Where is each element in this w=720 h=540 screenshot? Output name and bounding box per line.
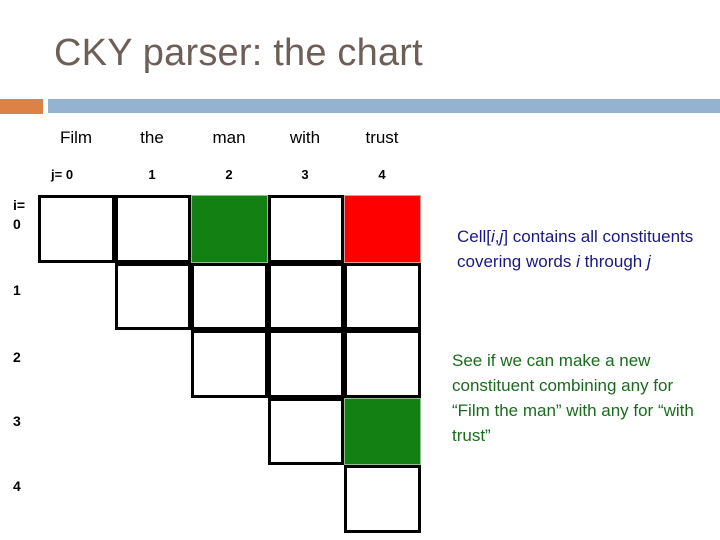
chart-cell-0-3[interactable]: [267, 195, 344, 263]
chart-cell-1-2[interactable]: [191, 262, 268, 330]
chart-cell-1-3[interactable]: [267, 262, 344, 330]
chart-cell-0-0[interactable]: [38, 195, 115, 263]
chart-cell-1-4[interactable]: [344, 262, 421, 330]
column-index-2: 2: [225, 167, 233, 182]
column-index-0: j= 0: [51, 167, 74, 182]
chart-cell-0-1[interactable]: [114, 195, 191, 263]
column-index-4: 4: [378, 167, 386, 182]
row-index-2: 2: [13, 349, 21, 365]
column-word-3: with: [289, 128, 321, 147]
chart-cell-2-4[interactable]: [344, 330, 421, 398]
chart-cell-1-1[interactable]: [114, 262, 191, 330]
chart-cell-2-2[interactable]: [191, 330, 268, 398]
chart-cell-2-3[interactable]: [267, 330, 344, 398]
note-cell-definition: Cell[i,j] contains all constituents cove…: [457, 224, 709, 274]
note-combine-constituents: See if we can make a new constituent com…: [452, 351, 694, 445]
chart-cell-3-3[interactable]: [267, 397, 344, 465]
column-word-2: man: [212, 128, 246, 147]
column-word-1: the: [140, 128, 164, 147]
cky-chart: Film the man with trust j= 0 1 2 3 4 i= …: [0, 0, 440, 540]
note-cell-def-line3-b: through: [579, 252, 647, 271]
chart-cell-3-4[interactable]: [344, 397, 421, 465]
row-index-3: 3: [13, 413, 21, 429]
column-word-4: trust: [365, 128, 399, 147]
row-index-prefix: i=: [13, 197, 26, 213]
note-cell-def-suffix: ] contains all: [503, 227, 598, 246]
chart-cell-0-2[interactable]: [191, 195, 268, 263]
row-index-0: 0: [13, 216, 21, 232]
note-var-j-2: j: [646, 252, 651, 271]
column-word-0: Film: [59, 128, 93, 147]
column-index-3: 3: [301, 167, 309, 182]
note-cell-def-prefix: Cell[: [457, 227, 492, 246]
row-index-4: 4: [13, 478, 21, 494]
row-index-1: 1: [13, 282, 21, 298]
chart-cell-0-4[interactable]: [344, 195, 421, 263]
column-index-1: 1: [148, 167, 156, 182]
chart-cell-4-4[interactable]: [344, 465, 421, 533]
note-cell-def-line3-a: words: [526, 252, 577, 271]
